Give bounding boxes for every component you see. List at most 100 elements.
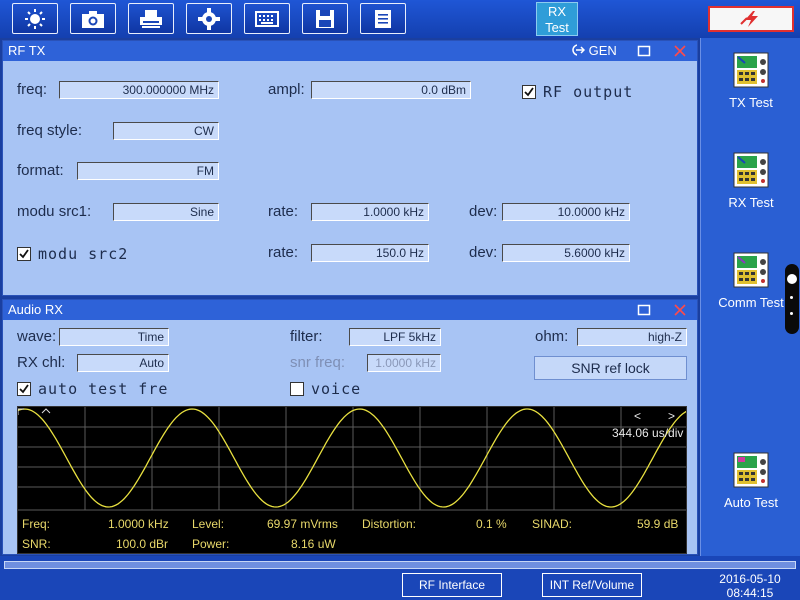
bottom-status-bar: RF Interface INT Ref/Volume 2016-05-10 0… [0, 556, 800, 600]
document-icon [375, 9, 391, 28]
rf-tx-title: RF TX [8, 43, 46, 58]
rate2-field[interactable]: 150.0 Hz [311, 244, 429, 262]
bottom-scroll-rail[interactable] [4, 561, 796, 569]
rx-test-icon [733, 152, 769, 188]
active-mode-tab-line1: RX [547, 4, 567, 19]
auto-test-icon [733, 452, 769, 488]
format-label: format: [17, 162, 64, 179]
close-icon[interactable] [673, 44, 687, 58]
printer-icon [140, 9, 162, 28]
freq-style-field[interactable]: CW [113, 122, 219, 140]
checkmark-icon [19, 249, 29, 259]
scope-next-button[interactable]: > [668, 409, 675, 423]
clock-date: 2016-05-10 [719, 572, 781, 586]
format-field[interactable]: FM [77, 162, 219, 180]
scope-timebase: 344.06 us/div [612, 426, 684, 440]
meas-freq-value: 1.0000 kHz [108, 517, 169, 531]
top-toolbar: RX Test [0, 0, 800, 38]
rf-output-label: RF output [543, 83, 634, 101]
meas-distortion-label: Distortion: [362, 517, 417, 531]
modu-src1-label: modu src1: [17, 203, 92, 220]
dev1-label: dev: [469, 203, 498, 220]
scope-prev-button[interactable]: < [634, 409, 641, 423]
ampl-field[interactable]: 0.0 dBm [311, 81, 471, 99]
freq-field[interactable]: 300.000000 MHz [59, 81, 219, 99]
meas-distortion-value: 0.1 % [476, 517, 507, 531]
rf-output-checkbox[interactable] [522, 85, 536, 99]
camera-button[interactable] [70, 3, 116, 34]
meas-power-value: 8.16 uW [291, 537, 336, 551]
scroll-dot-icon [790, 312, 793, 315]
int-ref-volume-button[interactable]: INT Ref/Volume [542, 573, 642, 597]
voice-label: voice [311, 380, 362, 398]
save-icon [316, 9, 334, 28]
rate1-field[interactable]: 1.0000 kHz [311, 203, 429, 221]
modu-src2-label: modu src2 [38, 245, 129, 263]
meas-snr-value: 100.0 dBr [116, 537, 169, 551]
meas-freq-label: Freq: [22, 517, 51, 531]
scroll-knob-icon [787, 274, 797, 284]
clock-time: 08:44:15 [726, 586, 774, 600]
gen-label: GEN [588, 43, 617, 58]
freq-label: freq: [17, 81, 48, 98]
gear-icon [198, 7, 220, 30]
checkmark-icon [524, 87, 534, 97]
keyboard-button[interactable] [244, 3, 290, 34]
cursor-marker-icon [41, 408, 51, 414]
sidebar-item-auto-test[interactable]: Auto Test [701, 452, 800, 510]
close-icon[interactable] [673, 303, 687, 317]
rf-tx-title-bar: RF TX GEN [3, 41, 697, 61]
filter-field[interactable]: LPF 5kHz [349, 328, 441, 346]
warning-flash-icon [740, 11, 758, 27]
rx-chl-field[interactable]: Auto [77, 354, 169, 372]
dev2-label: dev: [469, 244, 498, 261]
auto-test-checkbox[interactable] [17, 382, 31, 396]
meas-sinad-label: SINAD: [532, 517, 573, 531]
sidebar-item-tx-test[interactable]: TX Test [701, 52, 800, 110]
wave-label: wave: [17, 328, 57, 345]
scope-grid [18, 407, 686, 511]
voice-checkbox[interactable] [290, 382, 304, 396]
alarm-indicator[interactable] [708, 6, 794, 32]
sidebar-scroll-handle[interactable] [785, 264, 799, 334]
print-button[interactable] [128, 3, 174, 34]
settings-button[interactable] [186, 3, 232, 34]
filter-label: filter: [290, 328, 323, 345]
modu-src1-field[interactable]: Sine [113, 203, 219, 221]
active-mode-tab[interactable]: RX Test [536, 2, 578, 36]
ampl-label: ampl: [268, 81, 305, 98]
waveform-scope[interactable]: < > 344.06 us/div Freq: 1.0000 kHz Level… [17, 406, 687, 554]
snr-freq-field: 1.0000 kHz [367, 354, 441, 372]
rx-chl-label: RX chl: [17, 354, 66, 371]
comm-test-icon [733, 252, 769, 288]
audio-rx-panel: Audio RX wave: Time filter: LPF 5kHz ohm… [2, 299, 698, 555]
maximize-icon[interactable] [637, 303, 651, 317]
document-button[interactable] [360, 3, 406, 34]
freq-style-label: freq style: [17, 122, 83, 139]
gen-toggle[interactable]: GEN [571, 41, 617, 61]
sidebar-item-rx-test[interactable]: RX Test [701, 152, 800, 210]
rate2-label: rate: [268, 244, 299, 261]
active-mode-tab-line2: Test [545, 20, 569, 35]
clock: 2016-05-10 08:44:15 [700, 572, 800, 600]
snr-freq-label: snr freq: [290, 354, 346, 371]
rf-tx-panel: RF TX GEN freq: 300.000000 MHz ampl: 0.0… [2, 40, 698, 296]
meas-sinad-value: 59.9 dB [637, 517, 679, 531]
audio-rx-title-bar: Audio RX [3, 300, 697, 320]
exit-arrow-icon [572, 44, 586, 56]
rate1-label: rate: [268, 203, 299, 220]
wave-field[interactable]: Time [59, 328, 169, 346]
dev2-field[interactable]: 5.6000 kHz [502, 244, 630, 262]
keyboard-icon [255, 10, 279, 27]
save-button[interactable] [302, 3, 348, 34]
meas-snr-label: SNR: [22, 537, 51, 551]
meas-level-value: 69.97 mVrms [267, 517, 338, 531]
maximize-icon[interactable] [637, 44, 651, 58]
scroll-dot-icon [790, 296, 793, 299]
modu-src2-checkbox[interactable] [17, 247, 31, 261]
snr-ref-lock-button[interactable]: SNR ref lock [534, 356, 687, 380]
rf-interface-button[interactable]: RF Interface [402, 573, 502, 597]
brightness-button[interactable] [12, 3, 58, 34]
ohm-field[interactable]: high-Z [577, 328, 687, 346]
dev1-field[interactable]: 10.0000 kHz [502, 203, 630, 221]
